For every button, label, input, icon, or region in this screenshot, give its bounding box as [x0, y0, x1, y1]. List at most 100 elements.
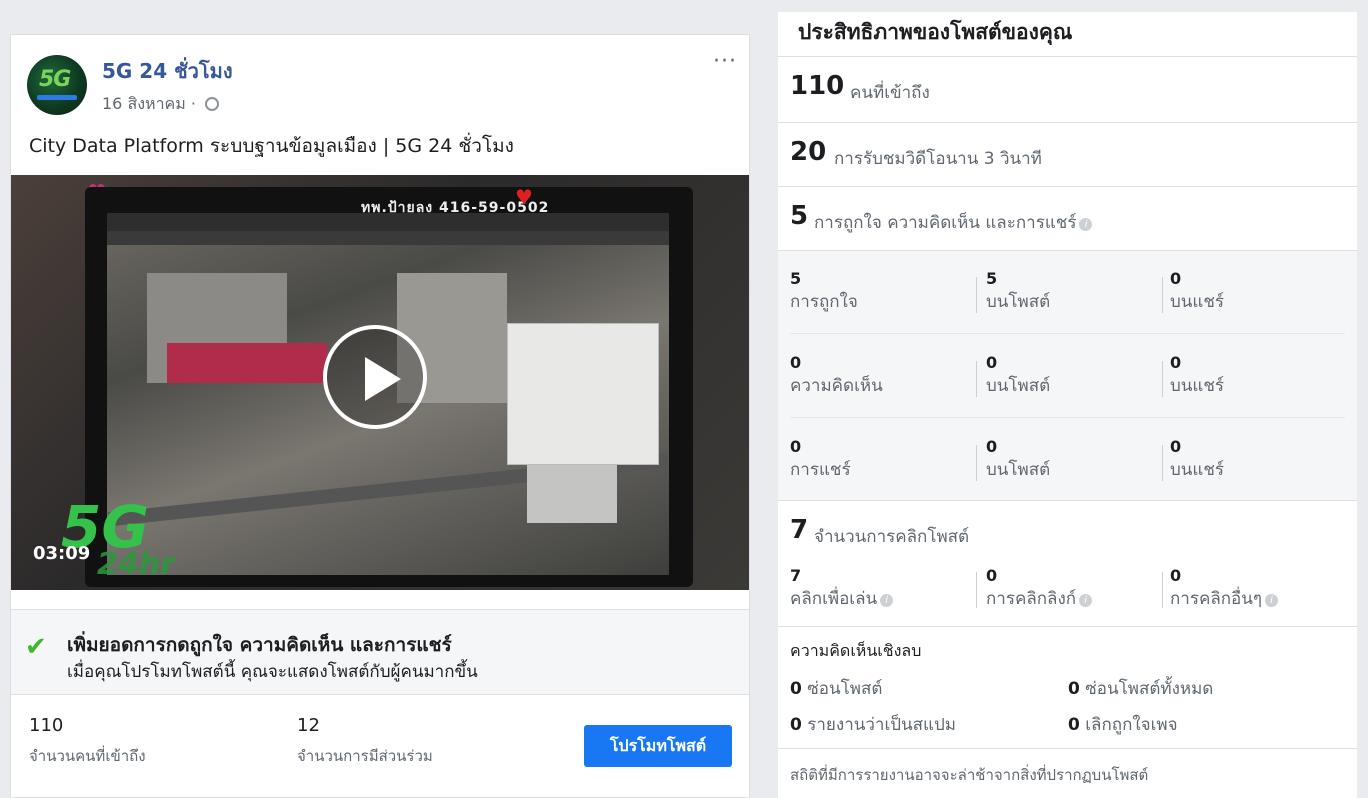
views-value: 20: [790, 137, 827, 167]
channel-logo-24hr: 24hr: [97, 547, 175, 582]
clicks-label: จำนวนการคลิกโพสต์: [814, 527, 970, 547]
reach-stat: 110 จำนวนคนที่เข้าถึง: [29, 715, 146, 768]
click-breakdown-label-text: การคลิกอื่นๆ: [1170, 589, 1263, 609]
views-label: การรับชมวิดีโอนาน 3 วินาที: [834, 149, 1042, 169]
breakdown-value: 0: [1170, 437, 1182, 456]
breakdown-cell: 0 การแชร์: [790, 437, 851, 483]
negative-item-label: รายงานว่าเป็นสแปม: [807, 715, 956, 735]
video-player[interactable]: ♥ ทพ.ป้ายลง 416-59-0502 ♥ 5G 24hr 03:09: [11, 175, 749, 590]
breakdown-label: การแชร์: [790, 460, 851, 480]
reach-stat-value: 110: [29, 715, 64, 736]
column-divider: [1162, 572, 1163, 608]
column-divider: [1162, 277, 1163, 313]
click-breakdown-label: การคลิกลิงก์ i: [986, 585, 1093, 612]
footnote-row: สถิติที่มีการรายงานอาจจะล่าช้าจากสิ่งที่…: [778, 748, 1357, 798]
video-duration: 03:09: [33, 543, 91, 564]
post-card: 5G 5G 24 ชั่วโมง 16 สิงหาคม · ··· City D…: [10, 34, 750, 798]
breakdown-label: บนแชร์: [1170, 376, 1225, 396]
negative-item: 0 ซ่อนโพสต์: [790, 675, 882, 702]
reactions-breakdown: 5 การถูกใจ 5 บนโพสต์ 0 บนแชร์ 0 ความคิดเ…: [778, 250, 1357, 500]
clicks-row: 7 จำนวนการคลิกโพสต์: [778, 500, 1357, 562]
insights-footnote: สถิติที่มีการรายงานอาจจะล่าช้าจากสิ่งที่…: [790, 766, 1149, 784]
info-icon[interactable]: i: [880, 594, 894, 607]
play-icon[interactable]: [323, 325, 427, 429]
engagement-stat-value: 12: [297, 715, 320, 736]
check-icon: ✔: [25, 632, 47, 662]
post-title: City Data Platform ระบบฐานข้อมูลเมือง | …: [29, 135, 514, 157]
negative-item-label: เลิกถูกใจเพจ: [1085, 715, 1178, 735]
column-divider: [976, 361, 977, 397]
breakdown-label: บนโพสต์: [986, 292, 1051, 312]
click-breakdown-cell: 0 การคลิกลิงก์ i: [986, 566, 1093, 612]
promote-post-button[interactable]: โปรโมทโพสต์: [584, 725, 732, 767]
reach-value: 110: [790, 71, 845, 101]
breakdown-value: 0: [790, 437, 802, 456]
promo-box: ✔ เพิ่มยอดการกดถูกใจ ความคิดเห็น และการแ…: [11, 609, 749, 695]
reach-row: 110 คนที่เข้าถึง: [778, 56, 1357, 122]
avatar-logo-text: 5G: [39, 67, 71, 92]
click-breakdown-cell: 0 การคลิกอื่นๆ i: [1170, 566, 1279, 612]
breakdown-value: 0: [1170, 269, 1182, 288]
negative-feedback-section: ความคิดเห็นเชิงลบ 0 ซ่อนโพสต์ 0 ซ่อนโพสต…: [778, 626, 1357, 748]
info-icon[interactable]: i: [1265, 594, 1279, 607]
negative-item: 0 รายงานว่าเป็นสแปม: [790, 711, 956, 738]
breakdown-cell: 0 บนโพสต์: [986, 437, 1050, 483]
breakdown-cell: 0 บนโพสต์: [986, 353, 1050, 399]
breakdown-value: 0: [986, 437, 998, 456]
click-breakdown-value: 0: [1170, 566, 1182, 585]
click-breakdown-label: คลิกเพื่อเล่น i: [790, 585, 894, 612]
breakdown-cell: 0 บนแชร์: [1170, 437, 1224, 483]
promo-title: เพิ่มยอดการกดถูกใจ ความคิดเห็น และการแชร…: [67, 634, 452, 656]
post-date-text[interactable]: 16 สิงหาคม ·: [102, 94, 201, 113]
insights-panel: ประสิทธิภาพของโพสต์ของคุณ 110 คนที่เข้าถ…: [778, 12, 1357, 798]
breakdown-cell: 0 บนแชร์: [1170, 353, 1224, 399]
thumb-menubar: [107, 213, 669, 231]
breakdown-value: 0: [790, 353, 802, 372]
negative-feedback-title: ความคิดเห็นเชิงลบ: [790, 641, 922, 660]
click-breakdown-label: การคลิกอื่นๆ i: [1170, 585, 1279, 612]
info-icon[interactable]: i: [1079, 594, 1093, 607]
negative-item-label: ซ่อนโพสต์ทั้งหมด: [1085, 679, 1214, 699]
click-breakdown-cell: 7 คลิกเพื่อเล่น i: [790, 566, 894, 612]
reactions-label-text: การถูกใจ ความคิดเห็น และการแชร์: [814, 213, 1077, 233]
breakdown-cell: 5 บนโพสต์: [986, 269, 1050, 315]
avatar-logo-bar: [37, 95, 77, 100]
thumb-dialog: [507, 323, 659, 465]
row-divider: [790, 417, 1345, 418]
page-name-link[interactable]: 5G 24 ชั่วโมง: [102, 55, 233, 87]
click-breakdown-label-text: คลิกเพื่อเล่น: [790, 589, 878, 609]
column-divider: [976, 445, 977, 481]
engagement-stat-label: จำนวนการมีส่วนร่วม: [297, 747, 433, 765]
reach-label: คนที่เข้าถึง: [850, 83, 930, 103]
info-icon[interactable]: i: [1079, 218, 1093, 231]
heart-icon: ♥: [515, 185, 533, 209]
column-divider: [976, 277, 977, 313]
negative-item: 0 เลิกถูกใจเพจ: [1068, 711, 1178, 738]
click-breakdown-label-text: การคลิกลิงก์: [986, 589, 1077, 609]
breakdown-value: 5: [986, 269, 998, 288]
click-breakdown-value: 7: [790, 566, 802, 585]
thumb-building: [167, 343, 327, 383]
column-divider: [976, 572, 977, 608]
page-avatar[interactable]: 5G: [27, 55, 87, 115]
breakdown-cell: 0 บนแชร์: [1170, 269, 1224, 315]
insights-heading: ประสิทธิภาพของโพสต์ของคุณ: [798, 20, 1073, 44]
breakdown-value: 5: [790, 269, 802, 288]
negative-item-value: 0: [790, 679, 802, 699]
reach-stat-label: จำนวนคนที่เข้าถึง: [29, 747, 146, 765]
breakdown-value: 0: [1170, 353, 1182, 372]
breakdown-cell: 5 การถูกใจ: [790, 269, 858, 315]
breakdown-label: บนโพสต์: [986, 460, 1051, 480]
more-icon[interactable]: ···: [713, 49, 737, 74]
engagement-stat: 12 จำนวนการมีส่วนร่วม: [297, 715, 433, 768]
reactions-value: 5: [790, 201, 809, 231]
reactions-row: 5 การถูกใจ ความคิดเห็น และการแชร์ i: [778, 186, 1357, 250]
post-date: 16 สิงหาคม ·: [102, 92, 220, 117]
breakdown-label: การถูกใจ: [790, 292, 858, 312]
negative-item-value: 0: [1068, 715, 1080, 735]
negative-item-value: 0: [790, 715, 802, 735]
breakdown-label: ความคิดเห็น: [790, 376, 883, 396]
column-divider: [1162, 361, 1163, 397]
reactions-label: การถูกใจ ความคิดเห็น และการแชร์ i: [814, 209, 1093, 236]
clicks-value: 7: [790, 515, 809, 545]
